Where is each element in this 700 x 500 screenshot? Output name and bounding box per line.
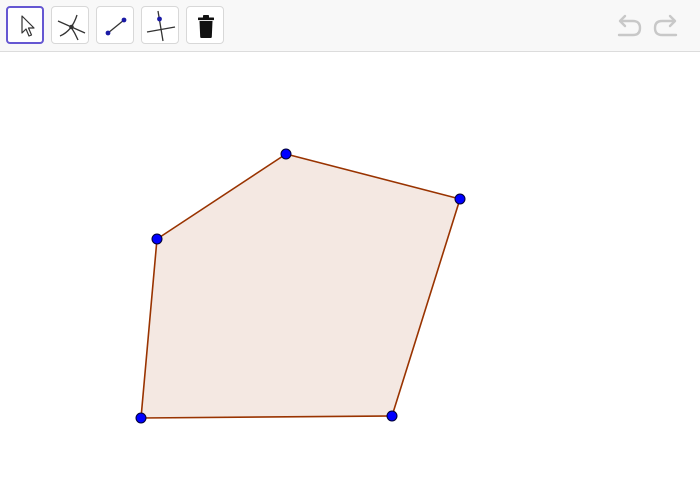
graphics-view[interactable]: [0, 53, 700, 500]
vertex-point[interactable]: [454, 193, 466, 205]
segment-icon: [105, 17, 127, 36]
redo-icon: [653, 14, 678, 37]
construction-canvas: [135, 148, 466, 424]
pentagon-polygon[interactable]: [140, 153, 461, 419]
perpendicular-line-icon: [146, 10, 176, 42]
redo-button[interactable]: [650, 12, 682, 40]
geometry-app: [0, 0, 700, 500]
segment-tool-button[interactable]: [96, 6, 134, 44]
trash-icon: [198, 15, 214, 38]
undo-icon: [617, 14, 642, 37]
toolbar: [0, 0, 700, 52]
vertex-point[interactable]: [280, 148, 292, 160]
cursor-arrow-icon: [21, 15, 35, 37]
intersect-icon: [57, 14, 86, 41]
delete-tool-button[interactable]: [186, 6, 224, 44]
vertex-point[interactable]: [135, 412, 147, 424]
perpendicular-line-tool-button[interactable]: [141, 6, 179, 44]
undo-button[interactable]: [613, 12, 645, 40]
intersect-tool-button[interactable]: [51, 6, 89, 44]
vertex-point[interactable]: [151, 233, 163, 245]
vertex-point[interactable]: [386, 410, 398, 422]
move-tool-button[interactable]: [6, 6, 44, 44]
